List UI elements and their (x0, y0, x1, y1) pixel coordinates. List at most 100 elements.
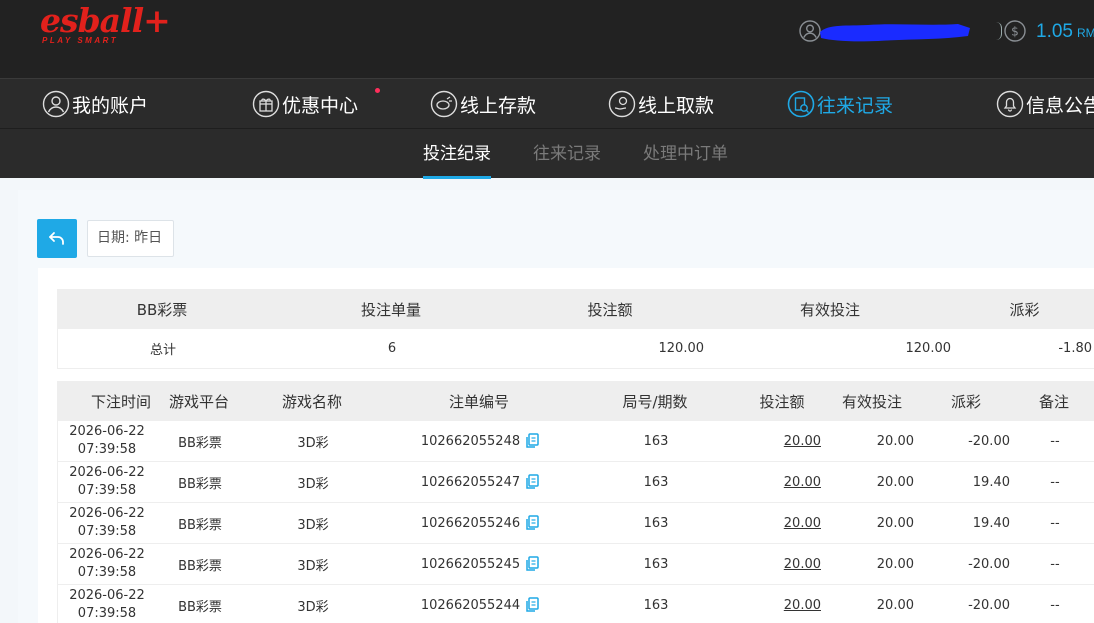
tab-pending-orders[interactable]: 处理中订单 (643, 129, 728, 179)
game-name-cell: 3D彩 (297, 599, 329, 615)
balance-amount: 1.05 (1036, 21, 1073, 42)
order-number: 102662055244 (420, 597, 521, 613)
gift-icon (252, 90, 280, 118)
note-cell: -- (1050, 597, 1060, 613)
back-arrow-icon (49, 231, 64, 245)
detail-header-cell: 有效投注 (841, 392, 902, 411)
payout-cell: 19.40 (972, 515, 1010, 531)
detail-header-cell: 派彩 (950, 392, 981, 411)
order-number-cell: 102662055245 (400, 544, 560, 584)
game-name-cell: 3D彩 (297, 558, 329, 574)
bet-time-cell: 2026-06-22 07:39:58 (58, 462, 156, 502)
tab-transaction-records[interactable]: 往来记录 (533, 129, 601, 179)
summary-header-cell: 有效投注 (799, 300, 860, 319)
table-row: 2026-06-22 07:39:58 BB彩票 3D彩 10266205524… (57, 585, 1094, 623)
bet-date: 2026-06-22 (69, 424, 145, 439)
order-number: 102662055247 (420, 474, 521, 490)
bet-amount-link[interactable]: 20.00 (771, 421, 821, 461)
detail-header-cell: 注单编号 (448, 392, 509, 411)
platform-cell: BB彩票 (178, 517, 222, 533)
username-redacted (820, 24, 970, 42)
esball-logo[interactable]: esball+ PLAY SMART (40, 2, 171, 48)
summary-cell: 总计 (149, 343, 176, 358)
nav-label: 往来记录 (817, 94, 894, 117)
summary-cell: 6 (387, 341, 397, 356)
nav-item-deposit[interactable]: 线上存款 (430, 79, 536, 129)
note-cell: -- (1050, 556, 1060, 572)
sub-tabs: 投注纪录 往来记录 处理中订单 (0, 128, 1094, 179)
account-balance[interactable]: 1.05RMB (1036, 20, 1094, 45)
valid-bet-cell: 20.00 (876, 433, 914, 449)
detail-header-cell: 备注 (1038, 392, 1069, 411)
copy-icon[interactable] (525, 597, 539, 613)
payout-cell: -20.00 (968, 556, 1010, 572)
withdraw-icon (608, 90, 636, 118)
deposit-icon (430, 90, 458, 118)
summary-cell: 120.00 (905, 341, 952, 356)
detail-header-cell: 游戏平台 (168, 392, 229, 411)
nav-item-records[interactable]: 往来记录 (787, 79, 893, 129)
back-button[interactable] (37, 219, 77, 258)
summary-cell: 120.00 (658, 341, 705, 356)
summary-header-cell: 派彩 (1009, 300, 1040, 319)
nav-label: 我的账户 (72, 94, 149, 117)
order-number: 102662055246 (420, 515, 521, 531)
round-cell: 163 (643, 597, 669, 613)
bet-date: 2026-06-22 (69, 465, 145, 480)
nav-item-my-account[interactable]: 我的账户 (42, 79, 148, 129)
bet-time: 07:39:58 (77, 483, 137, 498)
summary-header-cell: BB彩票 (136, 300, 188, 319)
game-name-cell: 3D彩 (297, 476, 329, 492)
bet-time: 07:39:58 (77, 606, 137, 621)
detail-header-row: 下注时间 游戏平台 游戏名称 注单编号 局号/期数 投注额 有效投注 派彩 备注 (57, 381, 1094, 421)
bet-time-cell: 2026-06-22 07:39:58 (58, 585, 156, 623)
valid-bet-cell: 20.00 (876, 515, 914, 531)
notification-dot (375, 88, 380, 93)
order-number-cell: 102662055244 (400, 585, 560, 623)
platform-cell: BB彩票 (178, 435, 222, 451)
bet-amount-link[interactable]: 20.00 (771, 503, 821, 543)
bet-time-cell: 2026-06-22 07:39:58 (58, 421, 156, 461)
order-number: 102662055245 (420, 556, 521, 572)
detail-header-cell: 局号/期数 (622, 392, 688, 411)
copy-icon[interactable] (525, 515, 539, 531)
copy-icon[interactable] (525, 433, 539, 449)
copy-icon[interactable] (525, 474, 539, 490)
bet-time: 07:39:58 (77, 524, 137, 539)
payout-cell: -20.00 (968, 433, 1010, 449)
bet-amount-link[interactable]: 20.00 (771, 544, 821, 584)
summary-header-row: BB彩票 投注单量 投注额 有效投注 派彩 (57, 289, 1094, 329)
nav-item-promotions[interactable]: 优惠中心 (252, 79, 380, 129)
balance-currency: RMB (1076, 26, 1094, 40)
summary-header-cell: 投注额 (587, 300, 633, 319)
main-nav: 我的账户 优惠中心 线上存款 线上取款 往来记录 信息公告 (0, 78, 1094, 128)
records-icon (787, 90, 815, 118)
summary-total-row: 总计 6 120.00 120.00 -1.80 (57, 329, 1094, 369)
nav-label: 线上取款 (638, 94, 715, 117)
bet-time-cell: 2026-06-22 07:39:58 (58, 503, 156, 543)
valid-bet-cell: 20.00 (876, 597, 914, 613)
order-number-cell: 102662055248 (400, 421, 560, 461)
nav-label: 优惠中心 (282, 94, 359, 117)
summary-header-cell: 投注单量 (360, 300, 421, 319)
valid-bet-cell: 20.00 (876, 474, 914, 490)
detail-header-cell: 游戏名称 (281, 392, 342, 411)
note-cell: -- (1050, 474, 1060, 490)
bet-amount-link[interactable]: 20.00 (771, 462, 821, 502)
round-cell: 163 (643, 515, 669, 531)
date-filter-button[interactable]: 日期: 昨日 (87, 220, 174, 257)
valid-bet-cell: 20.00 (876, 556, 914, 572)
logo-text: esball+ (40, 1, 171, 40)
nav-label: 线上存款 (460, 94, 537, 117)
nav-item-announcements[interactable]: 信息公告 (996, 79, 1094, 129)
table-row: 2026-06-22 07:39:58 BB彩票 3D彩 10266205524… (57, 503, 1094, 544)
bet-date: 2026-06-22 (69, 547, 145, 562)
copy-icon[interactable] (525, 556, 539, 572)
detail-header-cell: 投注额 (759, 392, 805, 411)
tab-bet-records[interactable]: 投注纪录 (423, 129, 491, 179)
user-icon (42, 90, 70, 118)
bet-amount-link[interactable]: 20.00 (771, 585, 821, 623)
payout-cell: -20.00 (968, 597, 1010, 613)
nav-item-withdraw[interactable]: 线上取款 (608, 79, 714, 129)
round-cell: 163 (643, 556, 669, 572)
